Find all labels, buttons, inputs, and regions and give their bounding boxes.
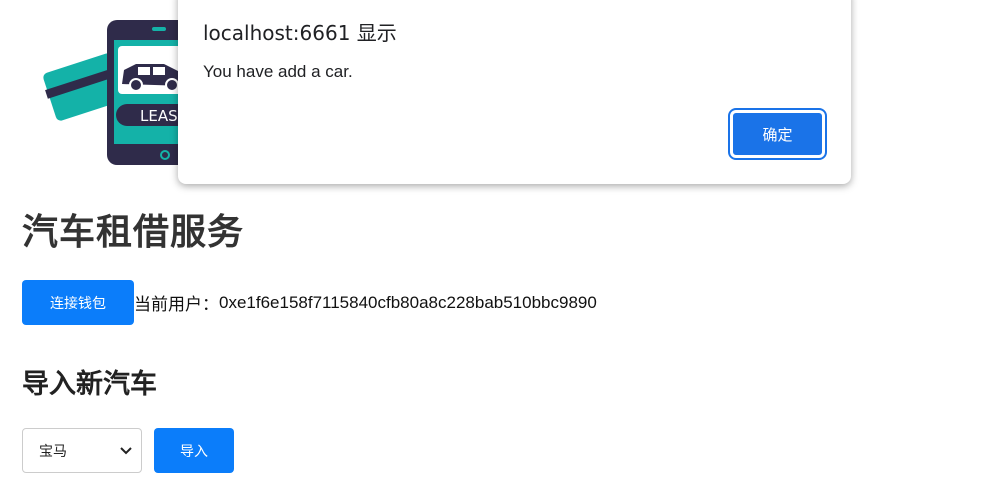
current-user-label: 当前用户：: [134, 295, 219, 314]
alert-dialog: localhost:6661 显示 You have add a car. 确定: [178, 0, 851, 184]
car-brand-select[interactable]: 宝马: [22, 428, 142, 473]
connect-wallet-button[interactable]: 连接钱包: [22, 280, 134, 325]
car-brand-selected-value: 宝马: [39, 443, 67, 460]
car-lease-logo: LEASE: [43, 20, 190, 165]
import-section-title: 导入新汽车: [22, 369, 157, 400]
import-row: 宝马 导入: [22, 428, 234, 473]
dialog-message: You have add a car.: [203, 62, 353, 81]
import-button[interactable]: 导入: [154, 428, 234, 473]
wallet-row: 连接钱包 当前用户： 0xe1f6e158f7115840cfb80a8c228…: [22, 280, 597, 325]
page-title: 汽车租借服务: [22, 212, 245, 253]
current-user-address: 0xe1f6e158f7115840cfb80a8c228bab510bbc98…: [219, 292, 597, 312]
dialog-ok-button[interactable]: 确定: [728, 108, 827, 160]
chevron-down-icon: [120, 446, 132, 454]
dialog-origin: localhost:6661 显示: [203, 21, 397, 45]
